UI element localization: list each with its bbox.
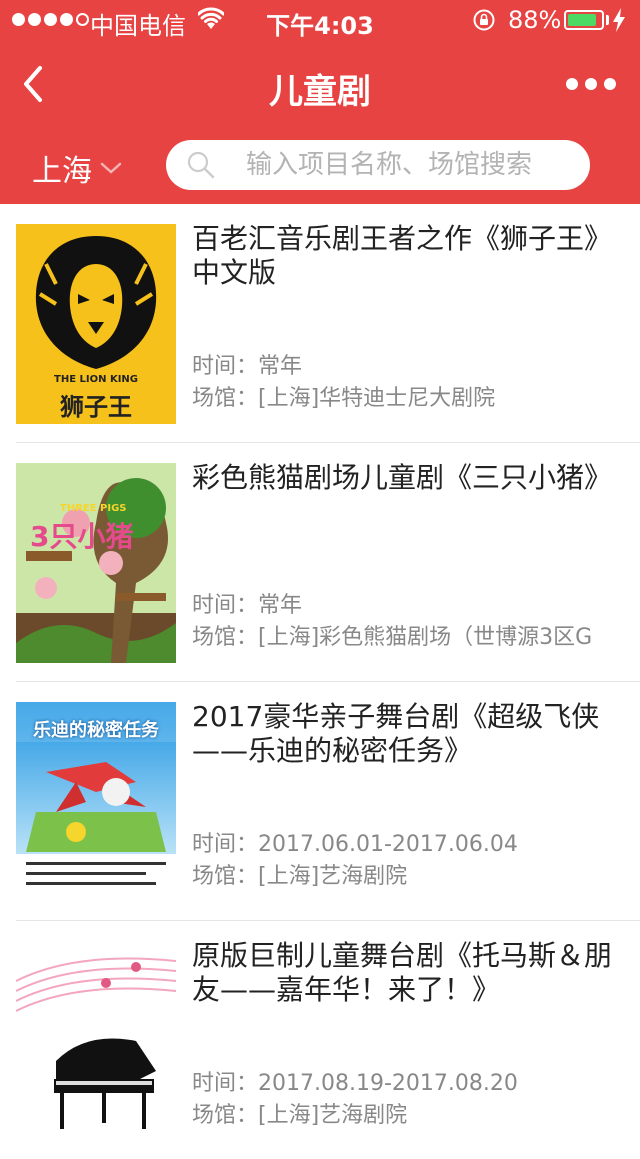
item-venue: 场馆：[上海]艺海剧院 <box>192 864 408 889</box>
search-icon <box>187 151 215 179</box>
item-title[interactable]: 原版巨制儿童舞台剧《托马斯＆朋友——嘉年华！来了！》 <box>192 939 632 1007</box>
list-item[interactable]: 3只小猪 THREE PIGS 彩色熊猫剧场儿童剧《三只小猪》 时间：常年 场馆… <box>16 443 640 682</box>
charging-icon <box>613 8 625 32</box>
poster-image <box>16 941 176 1141</box>
item-title[interactable]: 2017豪华亲子舞台剧《超级飞侠——乐迪的秘密任务》 <box>192 700 632 768</box>
poster-image: 乐迪的秘密任务 <box>16 702 176 902</box>
battery-percent: 88% <box>508 6 562 34</box>
item-venue: 场馆：[上海]艺海剧院 <box>192 1103 408 1128</box>
list-item[interactable]: THE LION KING 狮子王 百老汇音乐剧王者之作《狮子王》中文版 时间：… <box>16 204 640 443</box>
item-time: 时间：2017.06.01-2017.06.04 <box>192 832 518 857</box>
status-bar: 中国电信 下午4:03 88% <box>0 0 640 40</box>
item-time: 时间：常年 <box>192 593 303 618</box>
rotation-lock-icon <box>473 9 495 31</box>
battery-cap <box>606 15 609 25</box>
list-item[interactable]: 乐迪的秘密任务 2017豪华亲子舞台剧《超级飞侠——乐迪的秘密任务》 时间：20… <box>16 682 640 921</box>
show-list: THE LION KING 狮子王 百老汇音乐剧王者之作《狮子王》中文版 时间：… <box>0 204 640 1159</box>
poster-subtitle: THE LION KING <box>54 374 138 385</box>
poster-title: 3只小猪 <box>30 520 134 553</box>
battery-icon <box>564 10 604 30</box>
item-time: 时间：2017.08.19-2017.08.20 <box>192 1071 518 1096</box>
search-box[interactable] <box>166 140 590 190</box>
city-selector[interactable]: 上海 <box>32 148 122 189</box>
item-venue: 场馆：[上海]华特迪士尼大剧院 <box>192 386 496 411</box>
page-title: 儿童剧 <box>269 72 371 112</box>
item-title[interactable]: 百老汇音乐剧王者之作《狮子王》中文版 <box>192 222 632 290</box>
poster-image: 3只小猪 THREE PIGS <box>16 463 176 663</box>
list-item[interactable]: 原版巨制儿童舞台剧《托马斯＆朋友——嘉年华！来了！》 时间：2017.08.19… <box>16 921 640 1159</box>
search-input[interactable] <box>246 148 576 182</box>
item-title[interactable]: 彩色熊猫剧场儿童剧《三只小猪》 <box>192 461 632 495</box>
item-venue: 场馆：[上海]彩色熊猫剧场（世博源3区G <box>192 625 593 650</box>
poster-title: 狮子王 <box>60 393 132 421</box>
city-label: 上海 <box>32 154 92 189</box>
more-dots-icon[interactable] <box>566 74 616 94</box>
poster-subtitle: THREE PIGS <box>60 503 127 514</box>
poster-title: 乐迪的秘密任务 <box>33 720 159 741</box>
poster-image: THE LION KING 狮子王 <box>16 224 176 424</box>
chevron-down-icon <box>100 162 122 174</box>
item-time: 时间：常年 <box>192 354 303 379</box>
